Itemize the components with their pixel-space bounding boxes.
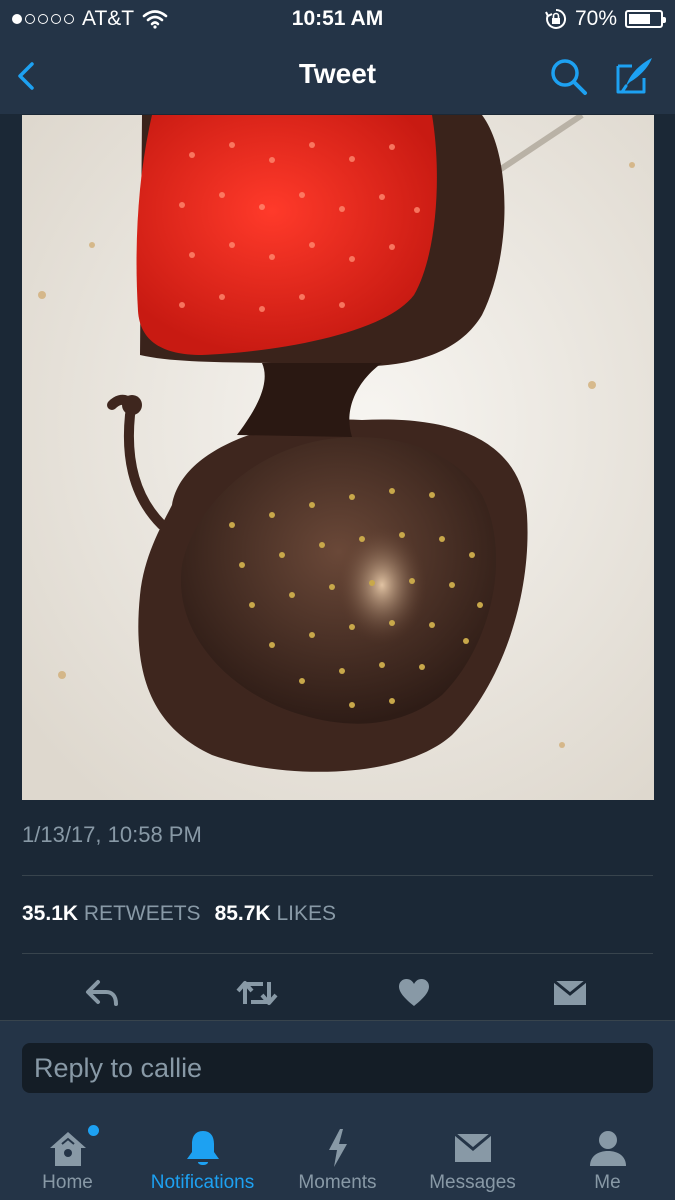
navigation-bar: Tweet [0,38,675,114]
compose-tweet-button[interactable] [612,54,656,98]
home-icon [49,1132,86,1166]
retweet-icon [236,981,278,1005]
reply-button[interactable] [72,968,132,1018]
search-icon [551,59,587,95]
back-button[interactable] [8,56,48,96]
chocolate-strawberry-image [22,115,654,800]
reply-input[interactable] [22,1043,653,1093]
likes-stat[interactable]: 85.7K LIKES [215,902,336,925]
like-button[interactable] [384,968,444,1018]
retweet-button[interactable] [227,968,287,1018]
retweets-stat[interactable]: 35.1K RETWEETS [22,902,201,925]
tab-label: Moments [298,1172,377,1193]
likes-label: LIKES [276,902,336,925]
divider [22,875,653,876]
tab-notifications[interactable]: Notifications [135,1110,270,1200]
tweet-actions [0,968,675,1020]
tab-bar: Home Notifications Moments Messages Me [0,1110,675,1200]
tab-label: Messages [429,1172,516,1193]
compose-icon [616,58,652,94]
battery-info: 70% [545,7,666,31]
notification-dot [88,1125,99,1136]
tweet-stats: 35.1K RETWEETS 85.7K LIKES [22,902,336,926]
rotation-lock-icon [545,8,567,29]
chevron-left-icon [18,62,34,90]
bell-icon [186,1131,219,1165]
tab-label: Me [594,1172,621,1193]
tab-messages[interactable]: Messages [405,1110,540,1200]
reply-bar [0,1020,675,1111]
tweet-timestamp: 1/13/17, 10:58 PM [22,822,202,847]
tab-label: Notifications [150,1172,255,1193]
envelope-icon [453,1132,492,1162]
direct-message-button[interactable] [540,968,600,1018]
retweets-label: RETWEETS [83,902,201,925]
tab-me[interactable]: Me [540,1110,675,1200]
envelope-icon [553,979,587,1005]
tab-label: Home [42,1172,93,1193]
person-icon [589,1131,626,1166]
reply-icon [86,980,118,1006]
lightning-icon [328,1129,347,1167]
divider [22,953,653,954]
likes-count: 85.7K [214,902,271,925]
tweet-photo[interactable] [22,115,654,800]
search-button[interactable] [548,56,590,98]
status-bar: AT&T 10:51 AM 70% [0,0,675,38]
battery-percent: 70% [574,7,617,30]
tab-moments[interactable]: Moments [270,1110,405,1200]
heart-icon [399,979,429,1006]
retweets-count: 35.1K [22,902,79,925]
tab-home[interactable]: Home [0,1110,135,1200]
battery-icon [625,10,666,28]
